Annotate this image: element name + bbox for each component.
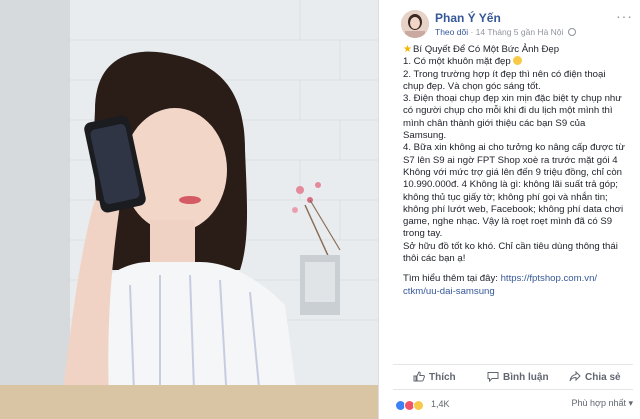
post-line: không phí lướt web, Facebook; không phí … xyxy=(403,203,624,215)
post-line: 2. Trong trường hợp ít đẹp thì nên có đi… xyxy=(403,68,606,80)
globe-icon xyxy=(567,28,576,36)
post-line: có người chụp cho mỗi khi đi du lịch một… xyxy=(403,105,613,117)
post-line: ★Bí Quyết Để Có Một Bức Ảnh Đẹp xyxy=(403,44,629,56)
post-line: 3. Điện thoại chụp đẹp xin mịn đặc biệt … xyxy=(403,93,622,105)
post-meta: Theo dõi · 14 Tháng 5 gần Hà Nội xyxy=(435,27,576,37)
follow-link[interactable]: Theo dõi xyxy=(435,27,468,37)
photo-illustration xyxy=(0,0,378,419)
link-prefix: Tìm hiểu thêm tại đây: xyxy=(403,273,501,285)
post-line: S7 lên S9 ai ngờ FPT Shop xoè ra trước m… xyxy=(403,154,618,166)
promo-link-continued[interactable]: ctkm/uu-dai-samsung xyxy=(403,286,629,298)
promo-link[interactable]: https://fptshop.com.vn/ xyxy=(501,273,598,284)
post-line: chụp đẹp. Và chọn góc sáng tốt. xyxy=(403,80,541,92)
like-button[interactable]: Thích xyxy=(413,371,456,383)
post-photo[interactable] xyxy=(0,0,378,419)
haha-reaction-icon xyxy=(413,400,424,411)
share-button[interactable]: Chia sẻ xyxy=(569,371,621,383)
post-line: 1. Có một khuôn mặt đẹp xyxy=(403,56,629,68)
avatar[interactable] xyxy=(401,10,429,38)
post-line: Samsung. xyxy=(403,130,447,142)
post-line: 10.990.000đ. 4 Không là gì: không lãi su… xyxy=(403,179,618,191)
post-line: game, nghe nhạc. Vậy là roẹt roẹt mình đ… xyxy=(403,216,613,228)
reaction-icons[interactable] xyxy=(395,398,424,416)
post-line: trong tay. xyxy=(403,228,443,240)
post-line: Không với mức trợ giá lên đến 9 triệu đồ… xyxy=(403,166,622,178)
post-header: Phan Ý Yến ··· Theo dõi · 14 Tháng 5 gần… xyxy=(401,8,633,40)
post-line: không thủ tục giấy tờ; không phí gọi và … xyxy=(403,191,608,203)
post-body: ★Bí Quyết Để Có Một Bức Ảnh Đẹp 1. Có mộ… xyxy=(403,44,629,298)
post-line: 4. Bữa xin không ai cho tưởng ko nâng cấ… xyxy=(403,142,625,154)
post-title: Bí Quyết Để Có Một Bức Ảnh Đẹp xyxy=(412,44,560,55)
post-date[interactable]: 14 Tháng 5 gần Hà Nội xyxy=(476,27,564,37)
post-line: mình chân thành giới thiệu các bạn S9 củ… xyxy=(403,117,586,129)
star-icon: ★ xyxy=(403,44,412,55)
reactions-row: 1,4K Phù hợp nhất ▾ xyxy=(393,396,633,412)
comment-icon xyxy=(487,372,499,382)
reaction-count[interactable]: 1,4K xyxy=(431,399,450,409)
post-line: Sở hữu đồ tốt ko khó. Chỉ cần tiêu dùng … xyxy=(403,240,618,252)
comment-sort-dropdown[interactable]: Phù hợp nhất ▾ xyxy=(572,398,633,409)
more-icon[interactable]: ··· xyxy=(616,8,633,24)
author-name[interactable]: Phan Ý Yến xyxy=(435,11,501,25)
post-panel: Phan Ý Yến ··· Theo dõi · 14 Tháng 5 gần… xyxy=(378,0,640,419)
share-icon xyxy=(569,371,581,382)
share-label: Chia sẻ xyxy=(585,372,621,383)
avatar-image xyxy=(401,10,429,38)
like-label: Thích xyxy=(429,372,456,383)
smile-icon xyxy=(512,56,522,66)
like-icon xyxy=(413,371,425,382)
comment-button[interactable]: Bình luận xyxy=(487,371,549,383)
action-bar: Thích Bình luận Chia sẻ xyxy=(393,364,633,390)
post-line: thôi các bạn ạ! xyxy=(403,253,466,265)
line-text: 1. Có một khuôn mặt đẹp xyxy=(403,56,511,68)
comment-label: Bình luận xyxy=(503,372,549,383)
post-line: Tìm hiểu thêm tại đây: https://fptshop.c… xyxy=(403,273,629,285)
